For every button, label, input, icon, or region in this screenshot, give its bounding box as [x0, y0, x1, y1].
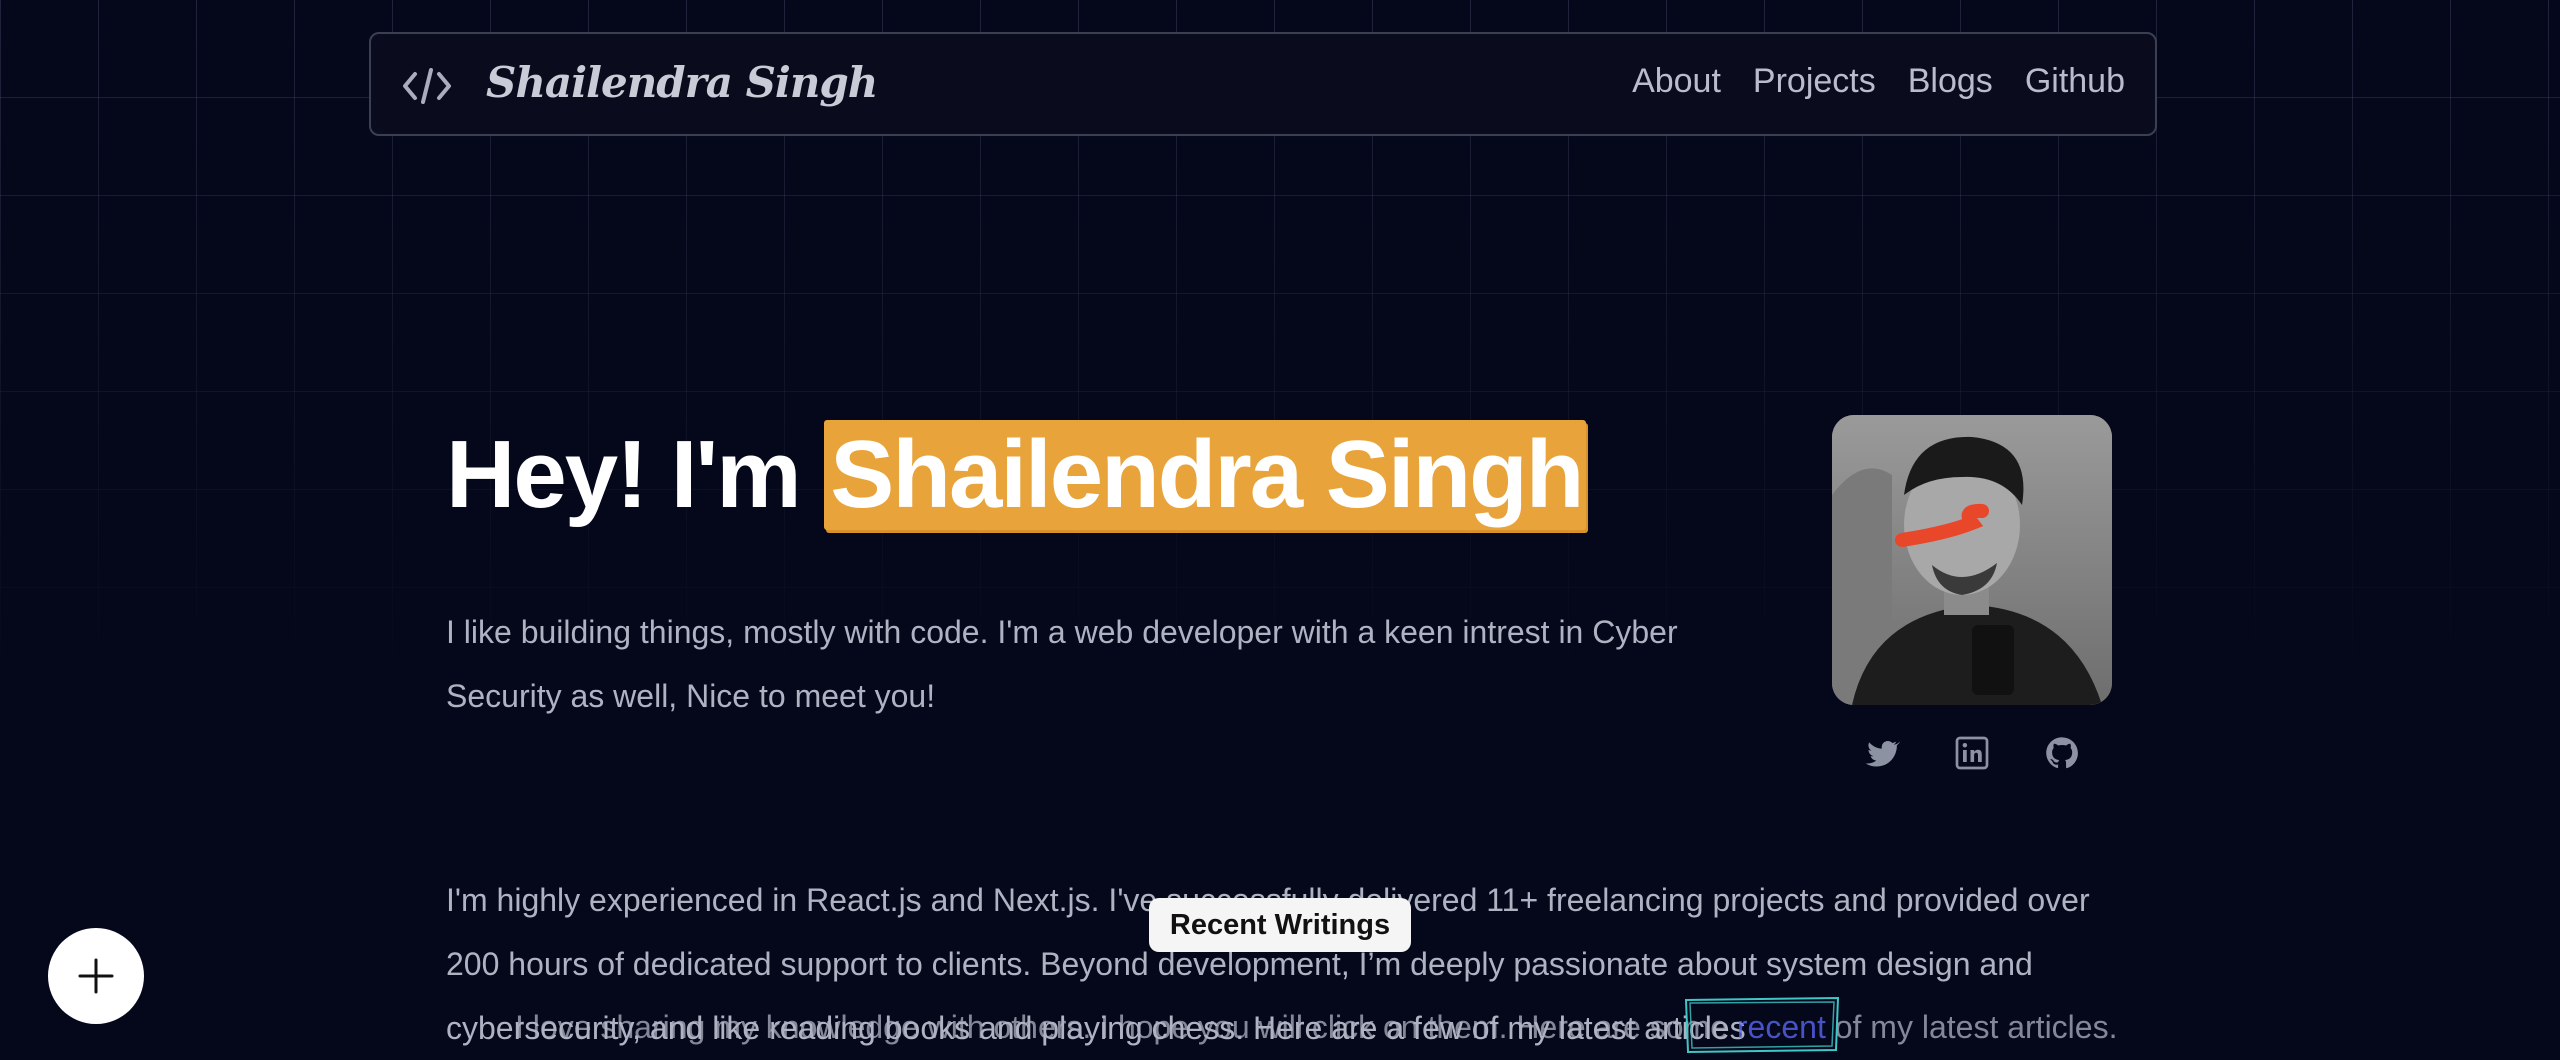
hero-intro: I like building things, mostly with code…: [446, 614, 1678, 714]
nav-link-about[interactable]: About: [1632, 62, 1721, 101]
github-icon[interactable]: [2044, 735, 2080, 771]
overlay-text-before: I love sharing my knowledge with others.…: [515, 1009, 1737, 1045]
site-brand[interactable]: Shailendra Singh: [486, 58, 878, 107]
nav-links: About Projects Blogs Github: [1632, 62, 2125, 101]
linkedin-icon[interactable]: [1954, 735, 1990, 771]
overlay-text-after: of my latest articles.: [1825, 1009, 2118, 1045]
avatar-photo: [1832, 415, 2112, 705]
hero-heading: Hey! I'm Shailendra Singh: [446, 420, 1587, 530]
scribble-box-annotation: [1684, 996, 1840, 1054]
avatar: [1832, 415, 2112, 705]
code-brackets-icon[interactable]: [401, 64, 453, 108]
social-links: [1864, 735, 2080, 771]
nav-link-github[interactable]: Github: [2025, 62, 2125, 101]
nav-link-blogs[interactable]: Blogs: [1908, 62, 1993, 101]
top-navbar: Shailendra Singh About Projects Blogs Gi…: [369, 32, 2157, 136]
twitter-icon[interactable]: [1864, 735, 1900, 771]
nav-link-projects[interactable]: Projects: [1753, 62, 1876, 101]
add-button[interactable]: [48, 928, 144, 1024]
hero-greeting: Hey! I'm: [446, 421, 825, 528]
recent-writings-badge[interactable]: Recent Writings: [1149, 898, 1411, 952]
plus-icon: [78, 958, 114, 994]
hero-name-highlight: Shailendra Singh: [824, 420, 1587, 530]
